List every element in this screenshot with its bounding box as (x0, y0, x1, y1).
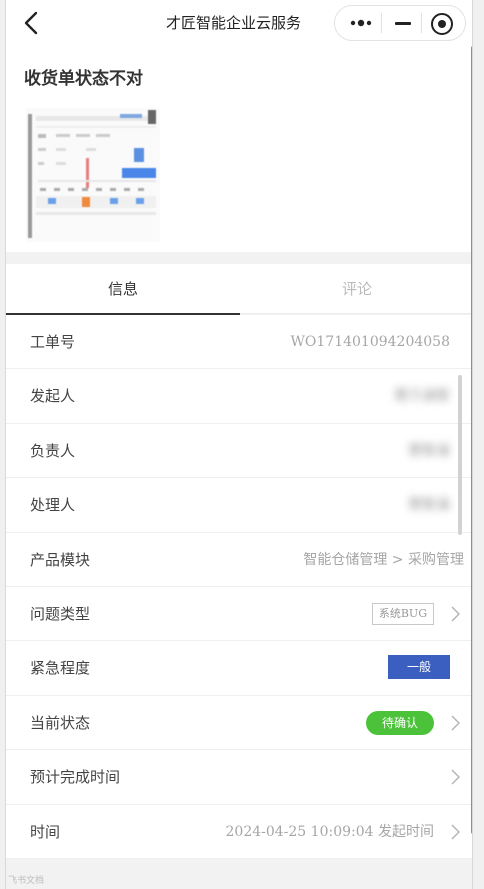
screenshot-preview-image (26, 108, 160, 242)
ticket-header: 收货单状态不对 (6, 46, 472, 252)
module-path: 智能仓储管理 > 采购管理 (303, 551, 464, 568)
status-badge: 待确认 (366, 710, 434, 735)
scrollbar[interactable] (471, 46, 472, 834)
field-label: 工单号 (30, 333, 76, 351)
field-urgency: 紧急程度 一般 (6, 641, 472, 696)
urgency-badge: 一般 (388, 655, 450, 680)
page-title: 才匠智能企业云服务 (166, 14, 302, 32)
chevron-right-icon (451, 823, 460, 840)
field-label: 负责人 (30, 441, 76, 460)
owner-name: 慧智涵 (408, 442, 450, 459)
field-label: 产品模块 (30, 550, 91, 569)
handler-name: 慧智涵 (408, 497, 450, 514)
issue-type-tag: 系统BUG (371, 602, 434, 625)
chevron-right-icon (451, 606, 460, 622)
chevron-right-icon (451, 715, 460, 731)
more-icon[interactable] (347, 12, 375, 34)
field-status[interactable]: 当前状态 待确认 (6, 696, 472, 751)
field-label: 问题类型 (30, 604, 91, 623)
tab-bar: 信息 评论 (6, 264, 472, 315)
capsule-divider (381, 13, 382, 33)
inner-scrollbar[interactable] (458, 375, 462, 535)
field-ticket-no: 工单号 WO171401094204058 (6, 315, 472, 370)
time-value: 2024-04-25 10:09:04 发起时间 (225, 823, 435, 840)
ticket-title: 收货单状态不对 (24, 69, 143, 89)
field-label: 预计完成时间 (30, 768, 121, 787)
ticket-fields: 工单号 WO171401094204058 发起人 慧万涵智 负责人 慧智涵 处… (6, 315, 472, 859)
field-time[interactable]: 时间 2024-04-25 10:09:04 发起时间 (6, 805, 472, 859)
field-eta[interactable]: 预计完成时间 (6, 750, 472, 805)
mini-program-frame: 才匠智能企业云服务 收货单状态不对 信息 评论 工单号 WO1714010942… (5, 0, 473, 889)
field-label: 时间 (30, 822, 61, 841)
initiator-name: 慧万涵智 (394, 388, 450, 405)
field-issue-type[interactable]: 问题类型 系统BUG (6, 587, 472, 642)
field-initiator: 发起人 慧万涵智 (6, 369, 472, 424)
field-owner: 负责人 慧智涵 (6, 424, 472, 479)
watermark: 飞书文档 (8, 876, 45, 886)
back-icon[interactable] (20, 10, 44, 36)
field-label: 发起人 (30, 387, 76, 406)
tab-info[interactable]: 信息 (6, 264, 240, 315)
navbar: 才匠智能企业云服务 (6, 0, 472, 46)
tab-comments[interactable]: 评论 (240, 264, 472, 314)
close-target-icon[interactable] (431, 13, 453, 35)
ticket-number: WO171401094204058 (290, 334, 450, 350)
capsule-divider (421, 13, 422, 33)
attachment-thumbnail[interactable] (26, 108, 160, 242)
field-handler: 处理人 慧智涵 (6, 478, 472, 533)
minimize-icon[interactable] (395, 22, 411, 25)
field-label: 紧急程度 (30, 659, 91, 678)
chevron-right-icon (451, 769, 460, 785)
capsule-menu (334, 5, 466, 41)
field-module: 产品模块 智能仓储管理 > 采购管理 (6, 533, 472, 587)
field-label: 处理人 (30, 496, 76, 515)
field-label: 当前状态 (30, 713, 91, 732)
